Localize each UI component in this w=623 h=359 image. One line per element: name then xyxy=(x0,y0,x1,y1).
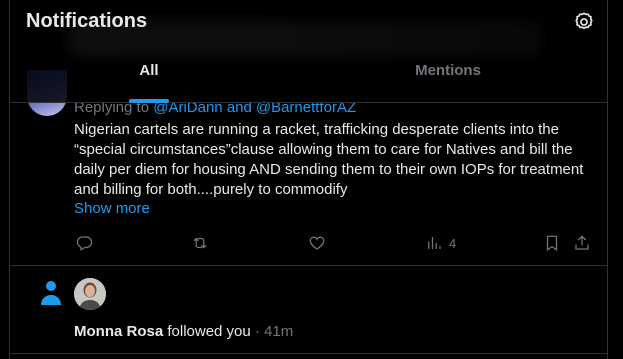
person-icon xyxy=(39,279,63,307)
views-count: 4 xyxy=(449,235,457,251)
divider xyxy=(10,265,607,266)
page-title: Notifications xyxy=(26,10,148,32)
heart-icon xyxy=(309,236,325,250)
tweet-text: Nigerian cartels are running a racket, t… xyxy=(74,121,584,198)
active-tab-indicator xyxy=(129,99,169,103)
follower-avatar[interactable] xyxy=(74,278,106,310)
tab-mentions-label: Mentions xyxy=(415,62,481,79)
follow-time[interactable]: 41m xyxy=(264,323,293,340)
follow-separator: · xyxy=(254,323,260,340)
share-button[interactable] xyxy=(573,231,591,255)
follower-name[interactable]: Monna Rosa xyxy=(74,323,163,340)
bookmark-button[interactable] xyxy=(543,231,561,255)
analytics-icon xyxy=(428,237,441,249)
notifications-header: Notifications All Mentions xyxy=(10,0,607,103)
tweet-actions: 4 xyxy=(10,231,607,255)
tab-all-label: All xyxy=(139,62,159,79)
like-button[interactable] xyxy=(308,231,326,255)
reply-button[interactable] xyxy=(75,231,93,255)
reply-icon xyxy=(76,236,93,251)
follow-notification-text: Monna Rosa followed you · 41m xyxy=(74,323,293,340)
gear-icon xyxy=(575,12,593,30)
follow-action: followed you xyxy=(167,323,251,340)
divider xyxy=(10,353,607,354)
retweet-icon xyxy=(193,237,207,249)
tab-all[interactable]: All xyxy=(10,62,288,102)
views-button[interactable]: 4 xyxy=(425,231,456,255)
retweet-button[interactable] xyxy=(191,231,209,255)
notifications-column: Replying to @AriDann and @BarnettforAZ Ni… xyxy=(9,0,608,359)
share-icon xyxy=(575,235,589,250)
show-more-link[interactable]: Show more xyxy=(74,200,150,217)
bookmark-icon xyxy=(546,235,558,251)
settings-button[interactable] xyxy=(573,11,595,33)
tab-mentions[interactable]: Mentions xyxy=(310,62,586,102)
